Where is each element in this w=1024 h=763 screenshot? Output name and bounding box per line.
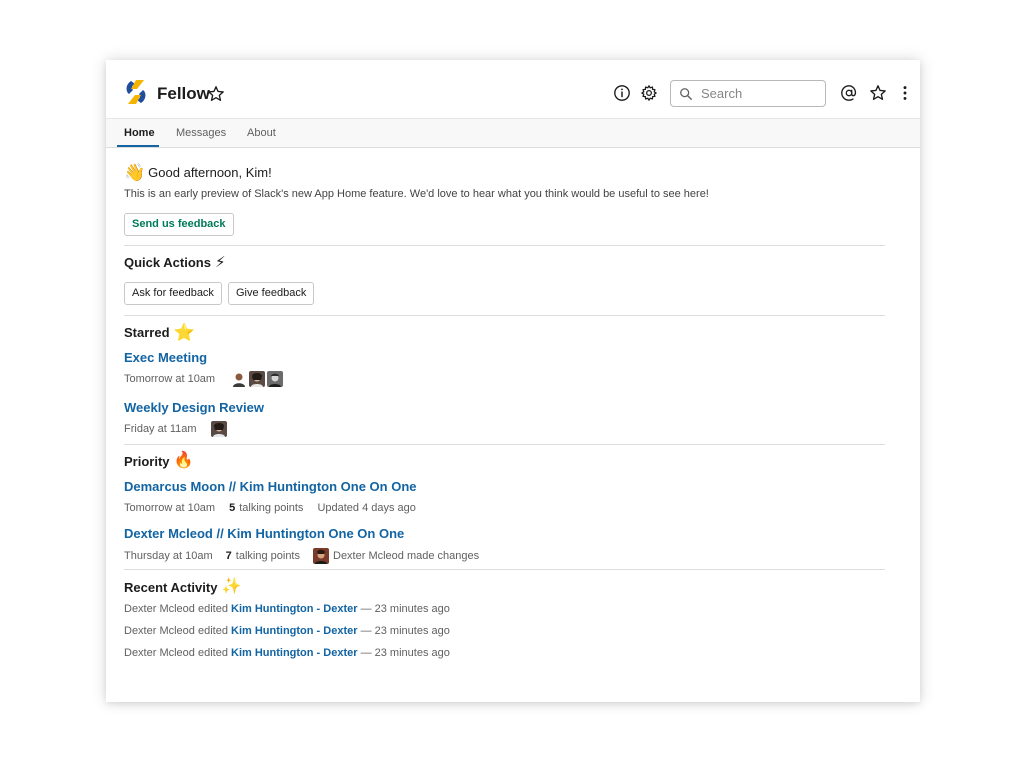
activity-time: — 23 minutes ago: [360, 625, 450, 637]
info-icon[interactable]: [613, 84, 631, 102]
talking-points-count: 7: [225, 550, 232, 562]
tab-messages[interactable]: Messages: [176, 127, 226, 139]
app-home-window: Fellow Search Home Messages About 👋 Good…: [106, 60, 920, 702]
starred-meeting-link[interactable]: Exec Meeting: [124, 350, 207, 365]
star-outline-icon[interactable]: [207, 85, 225, 103]
star-emoji-icon: ⭐: [173, 323, 195, 342]
tab-about[interactable]: About: [247, 127, 276, 139]
activity-item: Dexter Mcleod edited Kim Huntington - De…: [124, 647, 450, 659]
talking-points-count: 5: [229, 502, 236, 514]
divider: [124, 444, 885, 445]
divider: [124, 245, 885, 246]
meeting-update-status: Updated 4 days ago: [317, 502, 416, 514]
activity-item: Dexter Mcleod edited Kim Huntington - De…: [124, 603, 450, 615]
attendee-avatar: [249, 371, 266, 387]
more-vertical-icon[interactable]: [896, 84, 914, 102]
meeting-time: Tomorrow at 10am: [124, 373, 216, 385]
tab-bar: Home Messages About: [106, 118, 920, 148]
priority-meeting-link[interactable]: Dexter Mcleod // Kim Huntington One On O…: [124, 526, 404, 541]
activity-note-link[interactable]: Kim Huntington - Dexter: [231, 625, 358, 637]
activity-note-link[interactable]: Kim Huntington - Dexter: [231, 603, 358, 615]
fire-emoji-icon: 🔥: [173, 452, 194, 469]
priority-heading: Priority 🔥: [124, 453, 193, 469]
meeting-time: Thursday at 10am: [124, 550, 213, 562]
intro-text: This is an early preview of Slack's new …: [124, 188, 709, 200]
priority-meeting-link[interactable]: Demarcus Moon // Kim Huntington One On O…: [124, 479, 417, 494]
quick-actions-title: Quick Actions: [124, 255, 211, 270]
starred-meeting-link[interactable]: Weekly Design Review: [124, 400, 264, 415]
sparkles-emoji-icon: ✨: [221, 578, 242, 595]
attendee-avatar: [267, 371, 284, 387]
meeting-time: Friday at 11am: [124, 423, 197, 435]
attendee-avatar: [231, 371, 248, 387]
attendee-avatar: [210, 421, 227, 437]
priority-meeting-meta: Tomorrow at 10am 5 talking points Updated…: [124, 502, 416, 514]
divider: [124, 569, 885, 570]
starred-meeting-meta: Tomorrow at 10am: [124, 371, 284, 387]
recent-activity-heading: Recent Activity ✨: [124, 579, 241, 595]
lightning-emoji-icon: ⚡: [214, 254, 226, 271]
talking-points-label: talking points: [235, 550, 300, 562]
send-feedback-button[interactable]: Send us feedback: [124, 213, 234, 236]
quick-actions-heading: Quick Actions ⚡: [124, 255, 225, 270]
greeting-text: Good afternoon, Kim!: [148, 165, 272, 180]
fellow-logo-icon: [126, 80, 146, 104]
activity-actor: Dexter Mcleod edited: [124, 603, 228, 615]
starred-items-icon[interactable]: [869, 84, 887, 102]
mentions-at-icon[interactable]: [840, 84, 858, 102]
activity-note-link[interactable]: Kim Huntington - Dexter: [231, 647, 358, 659]
give-feedback-button[interactable]: Give feedback: [228, 282, 315, 305]
priority-title: Priority: [124, 453, 170, 469]
meeting-time: Tomorrow at 10am: [124, 502, 216, 514]
activity-actor: Dexter Mcleod edited: [124, 647, 228, 659]
recent-activity-title: Recent Activity: [124, 579, 218, 595]
ask-for-feedback-button[interactable]: Ask for feedback: [124, 282, 222, 305]
wave-emoji-icon: 👋: [124, 163, 146, 182]
starred-title: Starred: [124, 325, 170, 340]
activity-item: Dexter Mcleod edited Kim Huntington - De…: [124, 625, 450, 637]
activity-actor: Dexter Mcleod edited: [124, 625, 228, 637]
search-field[interactable]: [670, 80, 826, 107]
activity-time: — 23 minutes ago: [360, 647, 450, 659]
tab-home[interactable]: Home: [124, 127, 155, 139]
app-title: Fellow: [157, 84, 210, 103]
priority-meeting-meta: Thursday at 10am 7 talking points Dexter …: [124, 548, 479, 564]
starred-heading: Starred ⭐: [124, 324, 195, 341]
active-tab-indicator: [117, 145, 159, 147]
editor-avatar: [313, 548, 329, 564]
divider: [124, 315, 885, 316]
meeting-update-status: Dexter Mcleod made changes: [333, 550, 480, 562]
starred-meeting-meta: Friday at 11am: [124, 421, 227, 437]
gear-icon[interactable]: [640, 84, 658, 102]
app-header: Fellow: [106, 60, 920, 118]
search-input[interactable]: [699, 85, 823, 102]
greeting: 👋 Good afternoon, Kim!: [124, 164, 272, 181]
search-icon: [680, 87, 692, 100]
activity-time: — 23 minutes ago: [360, 603, 450, 615]
talking-points-label: talking points: [239, 502, 304, 514]
